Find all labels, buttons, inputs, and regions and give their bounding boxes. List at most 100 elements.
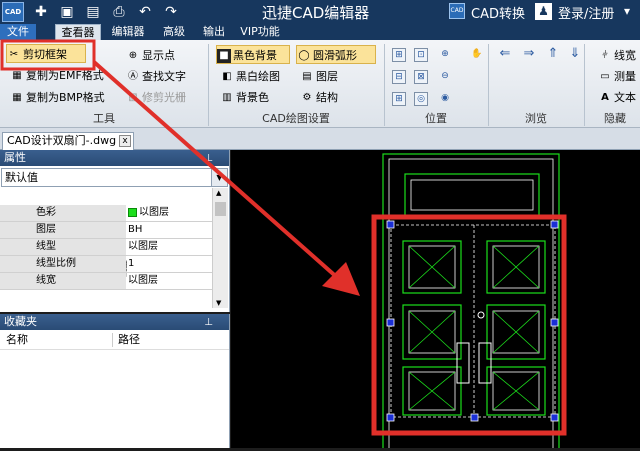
- text-button[interactable]: A 文本: [598, 88, 636, 107]
- arc-icon: ◯: [298, 50, 310, 61]
- pin-icon[interactable]: ⊥: [204, 315, 213, 331]
- palette-icon: ▥: [222, 92, 232, 103]
- arrow-right-icon[interactable]: ⇒: [522, 47, 536, 62]
- undo-icon[interactable]: ↶: [136, 3, 154, 21]
- black-background-button[interactable]: ■ 黑色背景: [216, 45, 290, 64]
- zoom-all-icon[interactable]: ⊠: [414, 70, 428, 84]
- clip-frame-label: 剪切框架: [23, 48, 67, 61]
- copy-emf-label: 复制为EMF格式: [26, 69, 104, 82]
- property-row[interactable]: 线型比例 1: [0, 256, 212, 273]
- tab-viewer[interactable]: 查看器: [55, 24, 101, 40]
- property-row[interactable]: 图层 BH: [0, 222, 212, 239]
- cad-convert-icon[interactable]: CAD: [449, 3, 465, 19]
- smooth-arc-button[interactable]: ◯ 圆滑弧形: [296, 45, 376, 64]
- column-divider[interactable]: [112, 333, 113, 347]
- document-tab[interactable]: CAD设计双扇门-.dwg x: [2, 132, 134, 150]
- user-icon[interactable]: ♟: [535, 3, 552, 20]
- save-icon[interactable]: ▤: [84, 3, 102, 21]
- properties-scrollbar[interactable]: ▲ ▼: [212, 188, 228, 308]
- property-value[interactable]: BH: [127, 222, 212, 238]
- properties-selector-value: 默认值: [5, 171, 38, 184]
- linewidth-icon: ⫩: [602, 50, 608, 61]
- view-icon[interactable]: ⊞: [392, 92, 406, 106]
- property-row[interactable]: 线型 以图层: [0, 239, 212, 256]
- property-key: 线型比例: [0, 256, 126, 272]
- transom-inner: [410, 179, 534, 211]
- properties-table: ⊟ 一般设置 色彩 以图层 图层 BH 线型 以图层 线型比例 1 线宽 以图层: [0, 188, 212, 290]
- bw-drawing-button[interactable]: ◧ 黑白绘图: [220, 67, 280, 86]
- layer-button[interactable]: ▤ 图层: [300, 67, 338, 86]
- property-key: 线宽: [0, 273, 126, 289]
- column-header-path[interactable]: 路径: [118, 330, 140, 350]
- scroll-up-icon[interactable]: ▲: [216, 189, 221, 197]
- properties-title: 属性: [4, 151, 26, 164]
- copy-emf-button[interactable]: ▦ 复制为EMF格式: [10, 66, 104, 85]
- copy-icon: ▦: [12, 70, 22, 81]
- bg-color-label: 背景色: [236, 91, 269, 104]
- scissors-icon: ✂: [9, 49, 19, 60]
- tab-advanced[interactable]: 高级: [160, 24, 188, 40]
- pin-icon[interactable]: ⊥: [204, 151, 213, 167]
- show-point-button[interactable]: ⊕ 显示点: [126, 46, 175, 65]
- selection-grips: [386, 220, 559, 422]
- dropdown-arrow-icon[interactable]: ▾: [624, 4, 630, 18]
- arrow-up-icon[interactable]: ⇑: [546, 47, 560, 62]
- new-file-icon[interactable]: ✚: [32, 3, 50, 21]
- find-text-button[interactable]: Ⓐ 查找文字: [126, 67, 186, 86]
- trim-icon: ▧: [128, 92, 138, 103]
- copy-bmp-button[interactable]: ▦ 复制为BMP格式: [10, 88, 104, 107]
- property-value-text: 以图层: [139, 207, 169, 218]
- properties-selector[interactable]: 默认值 ▼: [1, 168, 228, 187]
- arrow-down-icon[interactable]: ⇓: [568, 47, 582, 62]
- redo-icon[interactable]: ↷: [162, 3, 180, 21]
- orbit-icon[interactable]: ◎: [414, 92, 428, 106]
- tab-file[interactable]: 文件: [0, 24, 36, 40]
- layer-label: 图层: [316, 70, 338, 83]
- arrow-left-icon[interactable]: ⇐: [498, 47, 512, 62]
- structure-button[interactable]: ⚙ 结构: [300, 88, 338, 107]
- scroll-down-icon[interactable]: ▼: [216, 299, 221, 307]
- favorites-columns: 名称 路径: [0, 330, 229, 350]
- drawing-canvas[interactable]: [231, 150, 640, 451]
- column-header-name[interactable]: 名称: [6, 330, 28, 350]
- measure-label: 测量: [614, 70, 636, 83]
- copy-icon: ▦: [12, 92, 22, 103]
- zoom-extent-icon[interactable]: ⊡: [414, 48, 428, 62]
- property-key: 线型: [0, 239, 126, 255]
- zoom-in-icon[interactable]: ⊕: [438, 48, 452, 62]
- close-icon[interactable]: x: [119, 135, 131, 147]
- ribbon-toolbar: ✂ 剪切框架 ▦ 复制为EMF格式 ▦ 复制为BMP格式 ⊕ 显示点 Ⓐ 查找文字 ▧ 修剪…: [0, 40, 640, 128]
- open-folder-icon[interactable]: ▣: [58, 3, 76, 21]
- measure-button[interactable]: ▭ 测量: [598, 67, 636, 86]
- view-3d-icon[interactable]: ◉: [438, 92, 452, 106]
- zoom-out-icon[interactable]: ⊖: [438, 70, 452, 84]
- title-bar: CAD ✚ ▣ ▤ ⎙ ↶ ↷ 迅捷CAD编辑器 CAD CAD转换 ♟ 登录/…: [0, 0, 640, 24]
- property-row[interactable]: 色彩 以图层: [0, 205, 212, 222]
- login-register-link[interactable]: 登录/注册: [558, 3, 614, 22]
- chevron-down-icon[interactable]: ▼: [211, 169, 227, 186]
- scrollbar-thumb[interactable]: [215, 202, 226, 216]
- linewidth-button[interactable]: ⫩ 线宽: [598, 46, 636, 65]
- zoom-prev-icon[interactable]: ⊟: [392, 70, 406, 84]
- trim-raster-button[interactable]: ▧ 修剪光栅: [126, 88, 186, 107]
- group-label-browse: 浏览: [525, 112, 547, 125]
- property-value[interactable]: 以图层: [127, 205, 212, 221]
- property-value[interactable]: 以图层: [127, 273, 212, 289]
- tab-output[interactable]: 输出: [200, 24, 228, 40]
- clip-frame-button[interactable]: ✂ 剪切框架: [6, 44, 86, 63]
- tab-editor[interactable]: 编辑器: [108, 24, 148, 40]
- tab-vip[interactable]: VIP功能: [238, 24, 282, 40]
- property-value[interactable]: 1: [127, 256, 212, 272]
- property-row[interactable]: 线宽 以图层: [0, 273, 212, 290]
- property-key: 图层: [0, 222, 126, 238]
- property-value[interactable]: 以图层: [127, 239, 212, 255]
- document-tab-bar: CAD设计双扇门-.dwg x: [0, 128, 640, 150]
- pan-hand-icon[interactable]: ✋: [470, 48, 484, 62]
- background-color-button[interactable]: ▥ 背景色: [220, 88, 269, 107]
- cad-convert-link[interactable]: CAD转换: [471, 3, 525, 22]
- point-icon: ⊕: [128, 50, 138, 61]
- trim-raster-label: 修剪光栅: [142, 91, 186, 104]
- property-key: 色彩: [0, 205, 126, 221]
- print-icon[interactable]: ⎙: [110, 3, 128, 21]
- zoom-window-icon[interactable]: ⊞: [392, 48, 406, 62]
